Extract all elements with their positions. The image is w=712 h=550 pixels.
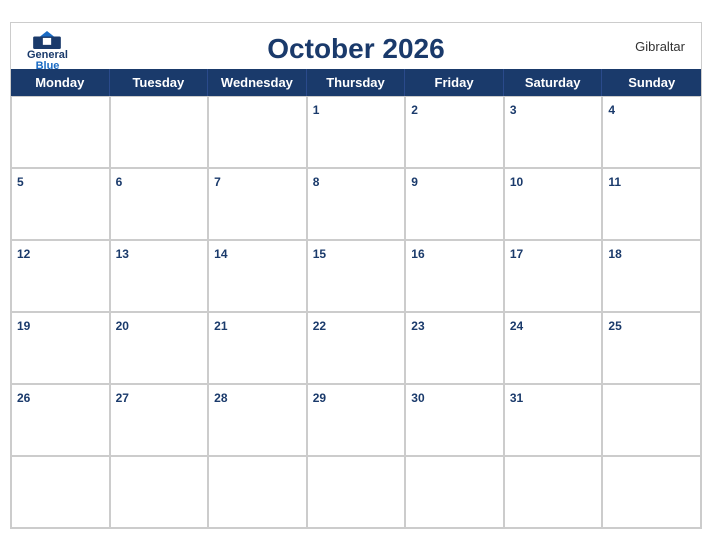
day-header-friday: Friday: [405, 69, 504, 96]
day-cell: [208, 456, 307, 528]
logo-icon: [33, 31, 61, 49]
day-number: 18: [608, 247, 621, 261]
day-cell: 25: [602, 312, 701, 384]
day-number: 11: [608, 175, 621, 189]
day-cell: 9: [405, 168, 504, 240]
day-cell: 22: [307, 312, 406, 384]
day-cell: 10: [504, 168, 603, 240]
day-number: 19: [17, 319, 30, 333]
day-cell: 23: [405, 312, 504, 384]
day-number: 27: [116, 391, 129, 405]
day-header-monday: Monday: [11, 69, 110, 96]
day-number: 29: [313, 391, 326, 405]
day-number: 25: [608, 319, 621, 333]
day-number: 4: [608, 103, 615, 117]
day-cell: [11, 456, 110, 528]
day-cell: 3: [504, 96, 603, 168]
day-cell: 7: [208, 168, 307, 240]
day-number: 30: [411, 391, 424, 405]
logo: General Blue: [27, 31, 68, 72]
day-number: 21: [214, 319, 227, 333]
calendar-grid: 1234567891011121314151617181920212223242…: [11, 96, 701, 528]
day-cell: 29: [307, 384, 406, 456]
day-cell: [504, 456, 603, 528]
day-cell: [110, 96, 209, 168]
day-header-wednesday: Wednesday: [208, 69, 307, 96]
day-cell: 30: [405, 384, 504, 456]
day-number: 24: [510, 319, 523, 333]
logo-blue: Blue: [36, 61, 60, 72]
day-cell: 18: [602, 240, 701, 312]
day-number: 28: [214, 391, 227, 405]
day-cell: 5: [11, 168, 110, 240]
day-number: 17: [510, 247, 523, 261]
day-cell: 15: [307, 240, 406, 312]
day-number: 26: [17, 391, 30, 405]
day-cell: [11, 96, 110, 168]
day-cell: 20: [110, 312, 209, 384]
day-cell: 4: [602, 96, 701, 168]
day-headers-row: MondayTuesdayWednesdayThursdayFridaySatu…: [11, 69, 701, 96]
day-number: 7: [214, 175, 221, 189]
day-cell: 19: [11, 312, 110, 384]
day-number: 9: [411, 175, 418, 189]
day-cell: 13: [110, 240, 209, 312]
day-cell: 1: [307, 96, 406, 168]
country-label: Gibraltar: [635, 39, 685, 54]
day-number: 12: [17, 247, 30, 261]
day-number: 6: [116, 175, 123, 189]
day-cell: 12: [11, 240, 110, 312]
day-number: 31: [510, 391, 523, 405]
day-number: 13: [116, 247, 129, 261]
day-header-tuesday: Tuesday: [110, 69, 209, 96]
day-cell: 27: [110, 384, 209, 456]
day-cell: [602, 456, 701, 528]
day-cell: [405, 456, 504, 528]
day-cell: 8: [307, 168, 406, 240]
day-cell: [110, 456, 209, 528]
month-year-title: October 2026: [267, 33, 444, 65]
logo-general: General: [27, 50, 68, 61]
day-cell: 21: [208, 312, 307, 384]
day-number: 22: [313, 319, 326, 333]
day-number: 8: [313, 175, 320, 189]
day-number: 16: [411, 247, 424, 261]
day-number: 5: [17, 175, 24, 189]
day-number: 20: [116, 319, 129, 333]
day-number: 23: [411, 319, 424, 333]
day-cell: 28: [208, 384, 307, 456]
day-cell: 26: [11, 384, 110, 456]
day-cell: 31: [504, 384, 603, 456]
day-number: 2: [411, 103, 418, 117]
day-cell: [307, 456, 406, 528]
calendar: General Blue October 2026 Gibraltar Mond…: [10, 22, 702, 529]
day-cell: [602, 384, 701, 456]
day-cell: 14: [208, 240, 307, 312]
day-cell: 6: [110, 168, 209, 240]
day-number: 10: [510, 175, 523, 189]
calendar-header: General Blue October 2026 Gibraltar: [11, 23, 701, 69]
day-number: 15: [313, 247, 326, 261]
day-cell: 17: [504, 240, 603, 312]
day-number: 3: [510, 103, 517, 117]
day-number: 14: [214, 247, 227, 261]
day-number: 1: [313, 103, 320, 117]
day-cell: 16: [405, 240, 504, 312]
day-cell: [208, 96, 307, 168]
day-header-sunday: Sunday: [602, 69, 701, 96]
day-cell: 2: [405, 96, 504, 168]
day-header-thursday: Thursday: [307, 69, 406, 96]
day-cell: 11: [602, 168, 701, 240]
day-cell: 24: [504, 312, 603, 384]
day-header-saturday: Saturday: [504, 69, 603, 96]
